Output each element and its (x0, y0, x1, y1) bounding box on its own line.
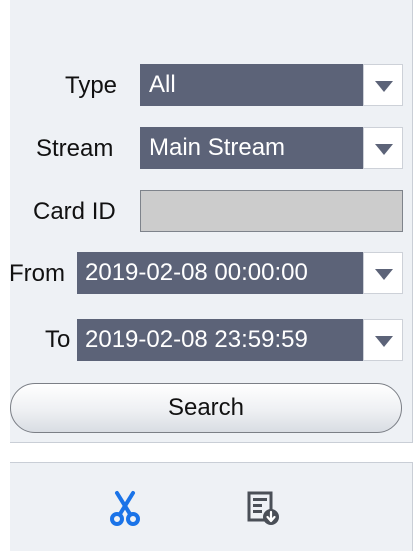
to-value: 2019-02-08 23:59:59 (85, 326, 308, 353)
type-label: Type (65, 72, 118, 99)
type-value: All (149, 71, 176, 98)
card-id-label: Card ID (33, 198, 116, 225)
from-value: 2019-02-08 00:00:00 (85, 259, 308, 286)
to-datetime-select[interactable]: 2019-02-08 23:59:59 (77, 319, 403, 361)
stream-value: Main Stream (149, 134, 286, 161)
stream-label: Stream (36, 135, 114, 162)
chevron-down-icon[interactable] (363, 319, 403, 361)
chevron-down-icon[interactable] (363, 252, 403, 294)
chevron-down-icon[interactable] (363, 64, 403, 106)
type-select[interactable]: All (140, 64, 403, 106)
from-datetime-select[interactable]: 2019-02-08 00:00:00 (77, 252, 403, 294)
bottom-toolbar (10, 462, 413, 551)
card-id-field[interactable] (140, 190, 403, 232)
search-button[interactable]: Search (10, 383, 402, 433)
stream-select[interactable]: Main Stream (140, 127, 403, 169)
export-icon[interactable] (243, 488, 283, 528)
to-label: To (45, 326, 71, 353)
from-label: From (9, 260, 65, 287)
chevron-down-icon[interactable] (363, 127, 403, 169)
scissors-icon[interactable] (105, 488, 145, 528)
